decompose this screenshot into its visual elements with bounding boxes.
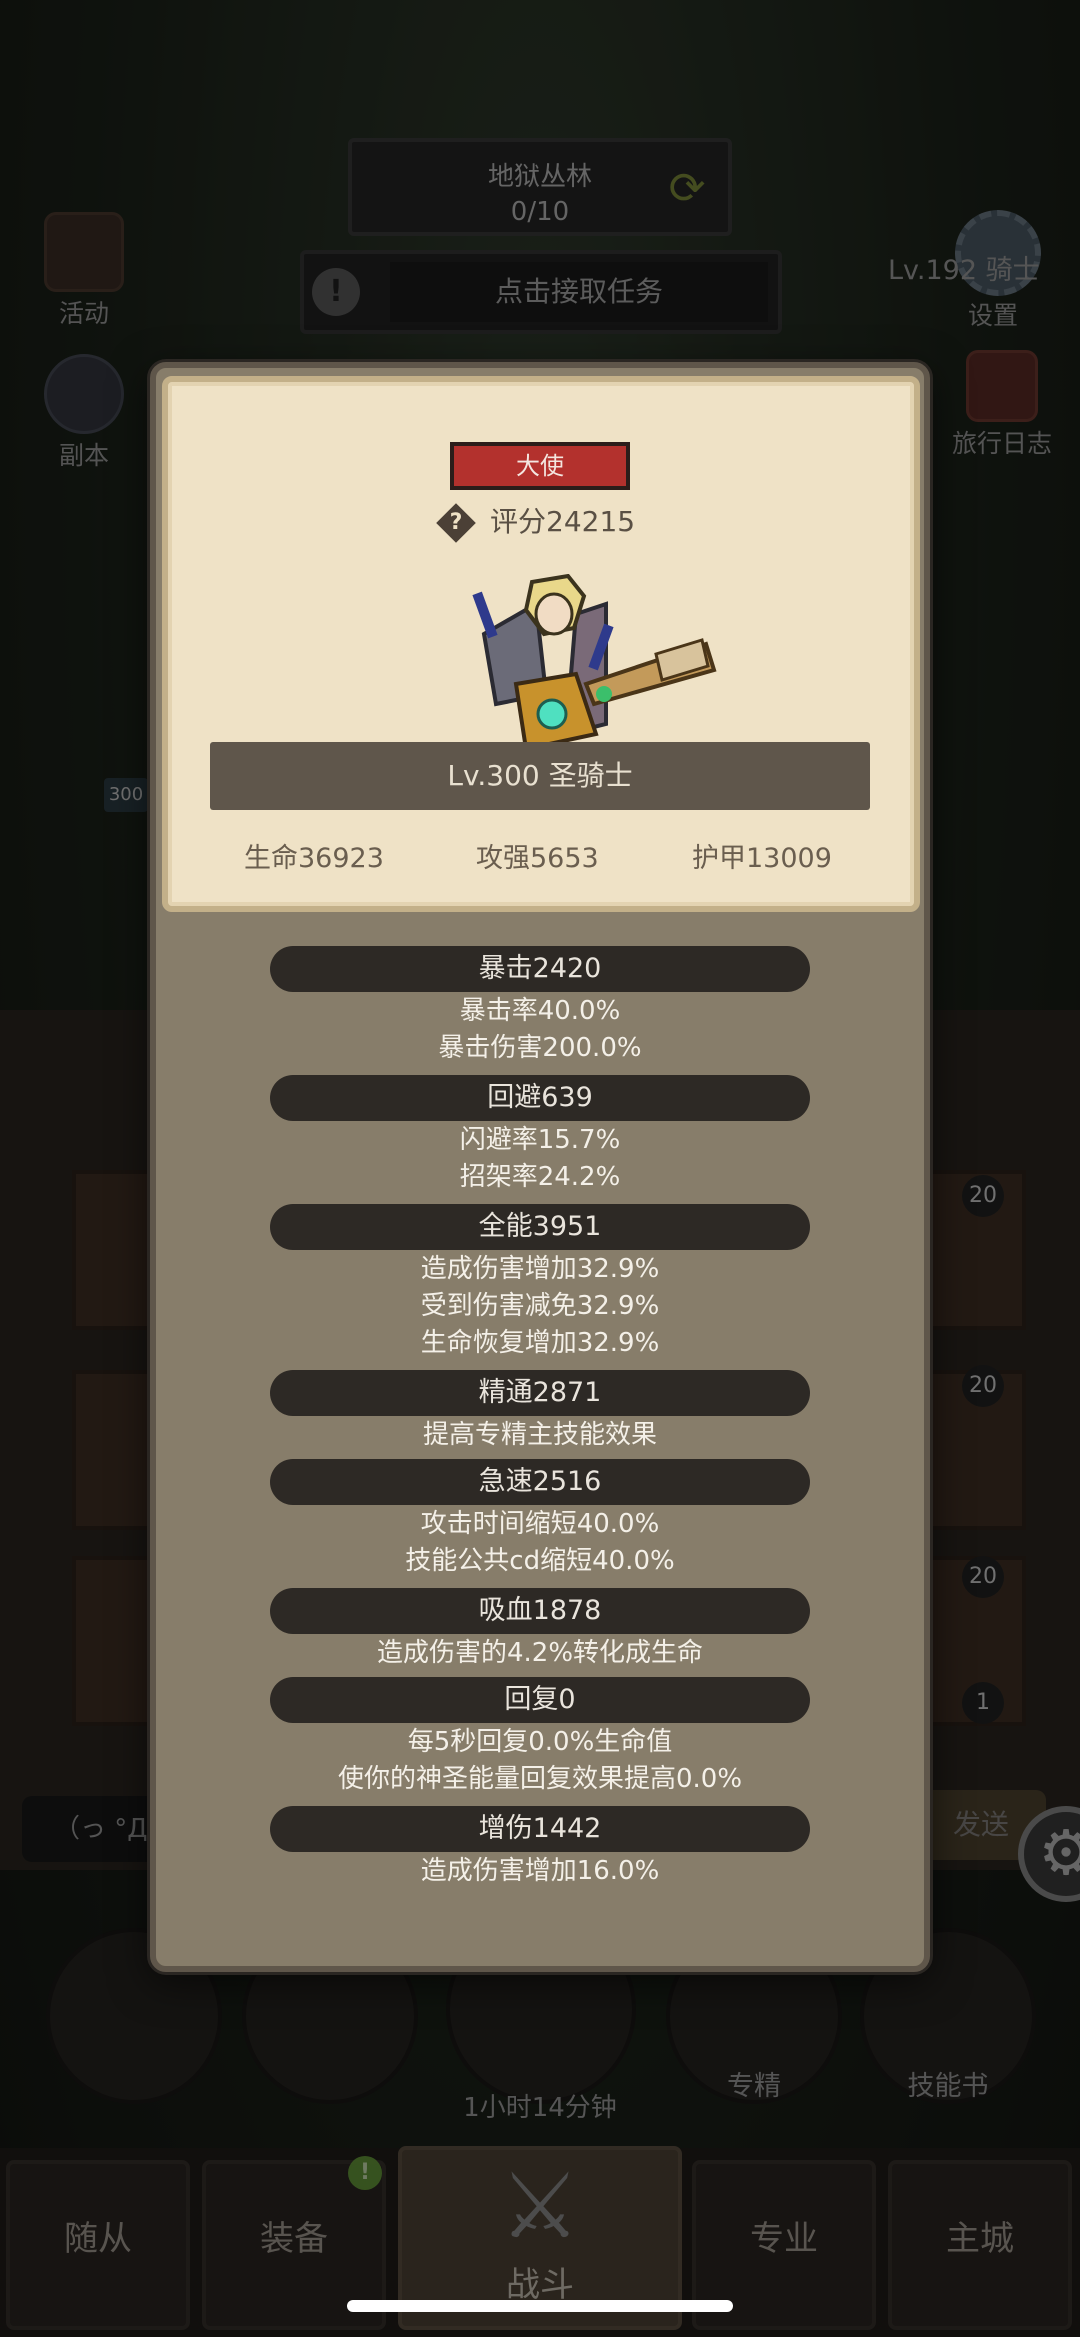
stat-line: 暴击率40.0%: [459, 996, 621, 1026]
attack-stat: 攻强5653: [476, 843, 599, 874]
stat-line: 受到伤害减免32.9%: [420, 1291, 660, 1321]
score-row: ? 评分24215: [436, 500, 635, 544]
stat-line: 造成伤害增加32.9%: [420, 1254, 660, 1284]
stat-line: 暴击伤害200.0%: [438, 1033, 642, 1063]
stat-line: 招架率24.2%: [459, 1162, 621, 1192]
stat-header-damage-increase: 增伤1442: [270, 1806, 810, 1852]
paladin-character-sprite: [472, 574, 717, 752]
base-stats-row: 生命36923 攻强5653 护甲13009: [162, 836, 920, 876]
stat-header-lifesteal: 吸血1878: [270, 1588, 810, 1634]
stat-line: 攻击时间缩短40.0%: [420, 1509, 660, 1539]
stat-line: 生命恢复增加32.9%: [420, 1328, 660, 1358]
stat-header-versatility: 全能3951: [270, 1204, 810, 1250]
stat-line: 造成伤害增加16.0%: [420, 1856, 660, 1886]
stat-header-recovery: 回复0: [270, 1677, 810, 1723]
stat-header-mastery: 精通2871: [270, 1370, 810, 1416]
stat-line: 每5秒回复0.0%生命值: [407, 1727, 673, 1757]
class-badge: 大使: [450, 442, 630, 490]
armor-stat: 护甲13009: [692, 843, 832, 874]
stat-header-crit: 暴击2420: [270, 946, 810, 992]
hp-stat: 生命36923: [244, 843, 384, 874]
home-indicator[interactable]: [347, 2300, 733, 2312]
score-value: 评分24215: [490, 505, 636, 538]
stat-header-avoidance: 回避639: [270, 1075, 810, 1121]
stat-line: 提高专精主技能效果: [422, 1420, 657, 1450]
stat-line: 闪避率15.7%: [459, 1125, 621, 1155]
stat-line: 技能公共cd缩短40.0%: [405, 1546, 675, 1576]
hero-name-bar: Lv.300 圣骑士: [210, 742, 870, 810]
stat-line: 造成伤害的4.2%转化成生命: [376, 1638, 704, 1668]
help-icon[interactable]: ?: [436, 503, 476, 543]
stat-header-haste: 急速2516: [270, 1459, 810, 1505]
stat-line: 使你的神圣能量回复效果提高0.0%: [337, 1764, 743, 1794]
